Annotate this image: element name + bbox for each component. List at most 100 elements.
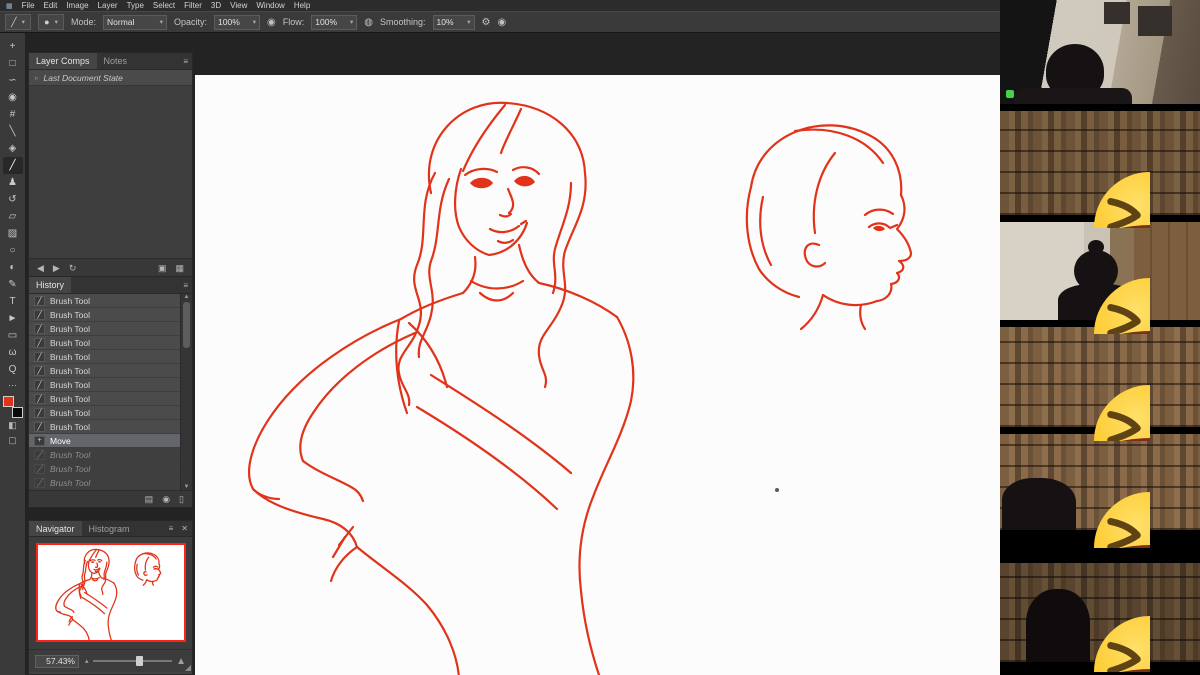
history-state[interactable]: ╱ Brush Tool — [29, 294, 181, 308]
history-state-label: Brush Tool — [50, 477, 91, 488]
mode-dropdown[interactable]: Normal ▾ — [103, 14, 168, 30]
eraser-tool[interactable]: ▱ — [3, 208, 23, 225]
zoom-slider-track[interactable] — [92, 656, 173, 666]
color-swatches[interactable] — [2, 396, 23, 418]
scroll-up-icon[interactable]: ▲ — [184, 294, 190, 300]
tool-preset-picker[interactable]: ╱ ▾ — [5, 14, 31, 30]
zoom-slider[interactable]: ▴ ▲ — [85, 656, 186, 667]
brush-state-icon: ╱ — [34, 477, 45, 488]
quick-selection-tool[interactable]: ◉ — [3, 89, 23, 106]
pen-tool[interactable]: ✎ — [3, 276, 23, 293]
menu-edit[interactable]: Edit — [44, 1, 58, 10]
new-comp-icon[interactable]: ▣ — [158, 263, 167, 274]
layer-comps-footer: ◀ ▶ ↻ ▣ ▦ — [29, 258, 192, 277]
history-state-undone[interactable]: ╱ Brush Tool — [29, 448, 181, 462]
screen-mode-button[interactable]: ▢ — [3, 433, 23, 448]
menu-select[interactable]: Select — [153, 1, 175, 10]
tab-notes[interactable]: Notes — [97, 53, 135, 69]
list-item-last-document-state[interactable]: ▹ Last Document State — [29, 70, 192, 86]
tab-history[interactable]: History — [29, 277, 72, 293]
tab-histogram[interactable]: Histogram — [82, 521, 137, 536]
history-state-undone[interactable]: ╱ Brush Tool — [29, 476, 181, 490]
history-state[interactable]: ╱ Brush Tool — [29, 322, 181, 336]
zoom-slider-thumb[interactable] — [136, 656, 144, 666]
panel-menu-icon[interactable]: ≡ — [179, 53, 192, 69]
panel-menu-icon[interactable]: ≡ — [165, 521, 178, 536]
webcam-frame[interactable] — [1000, 0, 1200, 104]
menu-view[interactable]: View — [230, 1, 247, 10]
quick-mask-button[interactable]: ◧ — [3, 418, 23, 433]
update-comp-icon[interactable]: ↻ — [69, 263, 77, 274]
zoom-level-field[interactable]: 57.43% — [35, 654, 79, 668]
history-state[interactable]: ╱ Brush Tool — [29, 336, 181, 350]
menu-filter[interactable]: Filter — [184, 1, 202, 10]
history-state[interactable]: ╱ Brush Tool — [29, 406, 181, 420]
brush-tool[interactable]: ╱ — [2, 157, 23, 174]
history-state[interactable]: ╱ Brush Tool — [29, 378, 181, 392]
path-selection-tool[interactable]: ► — [3, 310, 23, 327]
menu-layer[interactable]: Layer — [98, 1, 118, 10]
history-scrollbar[interactable]: ▲ ▼ — [180, 294, 192, 490]
brush-preset-picker[interactable]: ● ▾ — [38, 14, 64, 30]
dodge-icon: ◐ — [9, 262, 16, 273]
history-state[interactable]: ╱ Brush Tool — [29, 364, 181, 378]
tab-layer-comps[interactable]: Layer Comps — [29, 53, 97, 69]
rectangular-marquee-tool[interactable]: □ — [3, 55, 23, 72]
new-snapshot-icon[interactable]: ◉ — [162, 494, 170, 505]
navigator-proxy-view[interactable] — [36, 543, 186, 642]
history-state[interactable]: ╱ Brush Tool — [29, 392, 181, 406]
type-tool[interactable]: T — [3, 293, 23, 310]
hand-tool[interactable]: ω — [3, 344, 23, 361]
panel-menu-icon[interactable]: ≡ — [179, 277, 192, 293]
airbrush-icon[interactable]: ◍ — [364, 17, 373, 28]
smoothing-gear-icon[interactable]: ⚙ — [482, 17, 491, 28]
history-state[interactable]: ╱ Brush Tool — [29, 420, 181, 434]
history-state-selected[interactable]: + Move — [29, 434, 181, 448]
opacity-dropdown[interactable]: 100% ▾ — [214, 14, 261, 30]
tab-navigator[interactable]: Navigator — [29, 521, 82, 536]
crop-icon: # — [9, 109, 16, 120]
panel-resize-grip[interactable]: ◢ — [185, 663, 191, 672]
foreground-color-swatch[interactable] — [2, 396, 14, 407]
history-state[interactable]: ╱ Brush Tool — [29, 350, 181, 364]
menu-3d[interactable]: 3D — [211, 1, 221, 10]
menu-image[interactable]: Image — [66, 1, 88, 10]
smoothing-dropdown[interactable]: 10% ▾ — [432, 14, 475, 30]
delete-state-icon[interactable]: ▯ — [179, 494, 184, 505]
clone-stamp-tool[interactable]: ♟ — [3, 174, 23, 191]
move-tool[interactable]: + — [3, 38, 23, 55]
brush-state-icon: ╱ — [34, 407, 45, 418]
menu-window[interactable]: Window — [256, 1, 284, 10]
pen-pressure-size-icon[interactable]: ◉ — [498, 17, 507, 28]
history-state[interactable]: ╱ Brush Tool — [29, 308, 181, 322]
lasso-tool[interactable]: ∽ — [3, 72, 23, 89]
edit-toolbar-button[interactable]: ⋯ — [8, 380, 17, 391]
pen-pressure-opacity-icon[interactable]: ◉ — [267, 17, 276, 28]
menu-type[interactable]: Type — [127, 1, 144, 10]
apply-previous-comp-icon[interactable]: ◀ — [37, 263, 44, 274]
red-character-sketch[interactable] — [195, 75, 1000, 675]
gradient-tool[interactable]: ▨ — [3, 225, 23, 242]
close-icon[interactable]: ✕ — [177, 521, 192, 536]
eyedropper-tool[interactable]: ╲ — [3, 123, 23, 140]
flow-dropdown[interactable]: 100% ▾ — [311, 14, 358, 30]
spot-healing-brush-tool[interactable]: ◈ — [3, 140, 23, 157]
zoom-tool[interactable]: Q — [3, 361, 23, 378]
scrollbar-thumb[interactable] — [183, 302, 190, 348]
background-color-swatch[interactable] — [11, 407, 23, 418]
menu-help[interactable]: Help — [294, 1, 310, 10]
menu-bar: ▦ File Edit Image Layer Type Select Filt… — [0, 0, 1000, 11]
dodge-tool[interactable]: ◐ — [3, 259, 23, 276]
chevron-down-icon: ▾ — [159, 19, 164, 26]
apply-next-comp-icon[interactable]: ▶ — [53, 263, 60, 274]
rectangle-shape-tool[interactable]: ▭ — [3, 327, 23, 344]
crop-tool[interactable]: # — [3, 106, 23, 123]
scroll-down-icon[interactable]: ▼ — [184, 484, 190, 490]
new-document-from-state-icon[interactable]: ▤ — [145, 494, 154, 505]
delete-comp-icon[interactable]: ▦ — [175, 263, 184, 274]
blur-tool[interactable]: ○ — [3, 242, 23, 259]
history-state-undone[interactable]: ╱ Brush Tool — [29, 462, 181, 476]
menu-file[interactable]: File — [22, 1, 35, 10]
history-brush-tool[interactable]: ↺ — [3, 191, 23, 208]
zoom-out-icon[interactable]: ▴ — [85, 657, 89, 665]
